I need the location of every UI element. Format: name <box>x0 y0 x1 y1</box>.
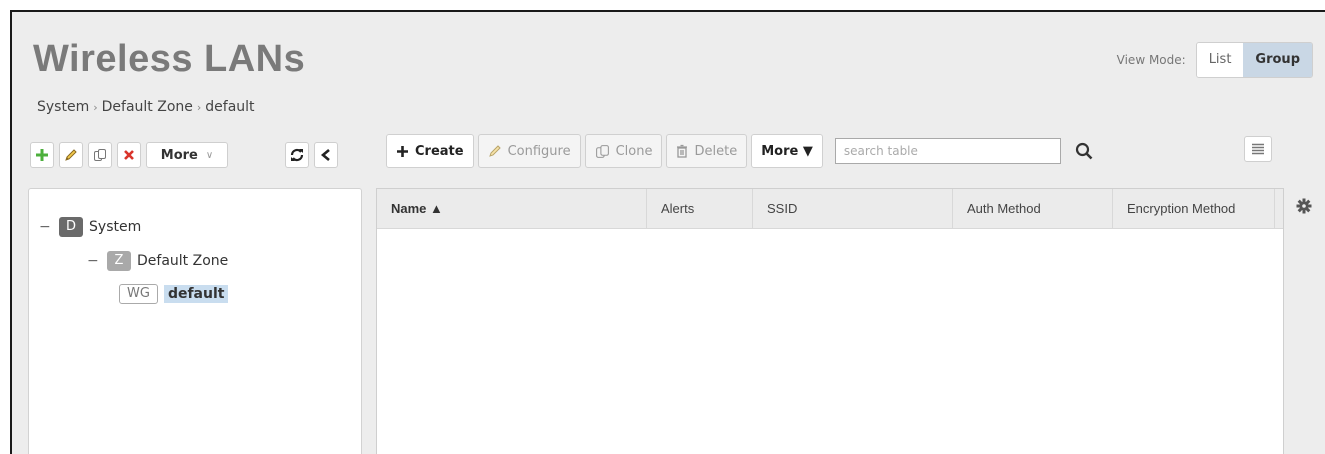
configure-label: Configure <box>507 143 571 159</box>
column-header-ssid[interactable]: SSID <box>753 189 953 229</box>
delete-button[interactable]: Delete <box>666 134 748 168</box>
edit-icon <box>488 144 502 158</box>
gear-icon[interactable] <box>1296 198 1312 218</box>
breadcrumb: System › Default Zone › default <box>37 99 255 115</box>
zone-badge: Z <box>107 251 131 271</box>
table-header: Name ▲ Alerts SSID Auth Method Encryptio… <box>377 189 1283 229</box>
tree-node-default-zone[interactable]: − Z Default Zone <box>87 251 228 271</box>
clone-button[interactable]: Clone <box>584 134 663 168</box>
view-mode: View Mode: List Group <box>1117 42 1313 78</box>
clone-icon <box>595 144 610 159</box>
breadcrumb-separator-icon: › <box>93 101 98 114</box>
more-label: More ▼ <box>761 143 813 159</box>
tree-clone-button[interactable] <box>88 142 112 168</box>
domain-badge: D <box>59 217 84 237</box>
collapse-minus-icon[interactable]: − <box>87 253 99 269</box>
add-icon <box>396 145 409 158</box>
view-mode-group-button[interactable]: Group <box>1243 43 1312 77</box>
column-header-encryption-method[interactable]: Encryption Method <box>1113 189 1275 229</box>
column-header-alerts[interactable]: Alerts <box>647 189 753 229</box>
wlan-table: Name ▲ Alerts SSID Auth Method Encryptio… <box>376 188 1284 454</box>
breadcrumb-item-zone[interactable]: Default Zone <box>102 99 193 115</box>
search-icon[interactable] <box>1075 142 1093 160</box>
delete-icon <box>124 150 134 160</box>
edit-icon <box>65 149 77 161</box>
view-mode-list-button[interactable]: List <box>1196 43 1244 77</box>
more-dropdown-button[interactable]: More ▼ <box>751 134 823 168</box>
clone-icon <box>94 149 106 161</box>
tree-node-label: Default Zone <box>137 253 229 269</box>
tree-edit-button[interactable] <box>59 142 83 168</box>
configure-button[interactable]: Configure <box>477 134 581 168</box>
refresh-icon <box>290 148 304 162</box>
clone-label: Clone <box>615 143 653 159</box>
column-header-name[interactable]: Name ▲ <box>377 189 647 229</box>
create-button[interactable]: Create <box>386 134 474 168</box>
tree-add-button[interactable] <box>30 142 54 168</box>
menu-icon <box>1252 143 1264 155</box>
breadcrumb-item-group[interactable]: default <box>205 99 254 115</box>
view-mode-toggle: List Group <box>1195 42 1313 78</box>
tree-more-button[interactable]: More ∨ <box>146 142 228 168</box>
view-mode-label: View Mode: <box>1116 53 1186 67</box>
tree-node-label: default <box>163 285 229 303</box>
page-title: Wireless LANs <box>33 38 306 80</box>
add-icon <box>36 149 48 161</box>
column-menu-button[interactable] <box>1244 136 1272 162</box>
grid-toolbar: Create Configure Clone Delete More ▼ <box>386 133 1093 169</box>
column-header-auth-method[interactable]: Auth Method <box>953 189 1113 229</box>
trash-icon <box>676 144 688 158</box>
collapse-minus-icon[interactable]: − <box>39 219 51 235</box>
create-label: Create <box>415 143 464 159</box>
tree-more-label: More <box>160 147 198 163</box>
app-frame: Wireless LANs View Mode: List Group Syst… <box>10 10 1325 454</box>
tree-panel: − D System − Z Default Zone WG default <box>28 188 362 454</box>
wlan-group-badge: WG <box>119 284 158 304</box>
tree-node-system[interactable]: − D System <box>39 217 141 237</box>
tree-delete-button[interactable] <box>117 142 141 168</box>
delete-label: Delete <box>694 143 738 159</box>
tree-node-default-group[interactable]: WG default <box>119 284 229 304</box>
breadcrumb-separator-icon: › <box>196 101 202 114</box>
tree-collapse-button[interactable] <box>314 142 338 168</box>
tree-refresh-button[interactable] <box>285 142 309 168</box>
tree-node-label: System <box>89 219 142 235</box>
collapse-icon <box>320 149 330 161</box>
search-input[interactable] <box>834 138 1061 164</box>
chevron-down-icon: ∨ <box>205 149 214 161</box>
breadcrumb-item-system[interactable]: System <box>37 99 89 115</box>
